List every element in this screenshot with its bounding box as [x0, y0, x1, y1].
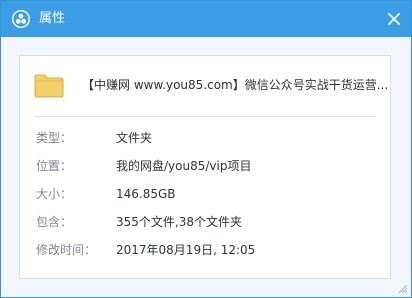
- resize-grip-icon[interactable]: [398, 284, 408, 294]
- property-value: 我的网盘/you85/vip项目: [116, 159, 252, 173]
- property-type-row: 类型： 文件夹: [36, 130, 376, 158]
- property-list: 类型： 文件夹 位置： 我的网盘/you85/vip项目 大小： 146.85G…: [36, 130, 376, 270]
- properties-panel: 【中赚网 www.you85.com】微信公众号实战干货运营... 类型： 文件…: [19, 55, 391, 279]
- dialog-title: 属性: [39, 11, 66, 26]
- folder-icon: [34, 74, 64, 98]
- title-bar[interactable]: 属性: [1, 1, 411, 37]
- property-label: 包含：: [36, 215, 73, 229]
- property-label: 位置：: [36, 159, 73, 173]
- property-value: 文件夹: [116, 131, 153, 145]
- property-location-row: 位置： 我的网盘/you85/vip项目: [36, 158, 376, 186]
- property-contents-row: 包含： 355个文件,38个文件夹: [36, 214, 376, 242]
- separator: [34, 116, 376, 117]
- property-value: 355个文件,38个文件夹: [116, 215, 242, 229]
- cloud-icon: [12, 10, 30, 28]
- properties-dialog: 属性 【中赚网 www.you85.com】微信公众号实战干货运营... 类型：…: [0, 0, 412, 298]
- close-icon[interactable]: [385, 10, 403, 28]
- property-modified-row: 修改时间： 2017年08月19日, 12:05: [36, 242, 376, 270]
- property-label: 大小：: [36, 187, 73, 201]
- file-summary: 【中赚网 www.you85.com】微信公众号实战干货运营...: [20, 56, 390, 116]
- property-label: 修改时间：: [36, 243, 97, 257]
- property-size-row: 大小： 146.85GB: [36, 186, 376, 214]
- property-label: 类型：: [36, 131, 73, 145]
- file-name: 【中赚网 www.you85.com】微信公众号实战干货运营...: [82, 78, 389, 92]
- property-value: 2017年08月19日, 12:05: [116, 243, 256, 257]
- property-value: 146.85GB: [116, 187, 176, 201]
